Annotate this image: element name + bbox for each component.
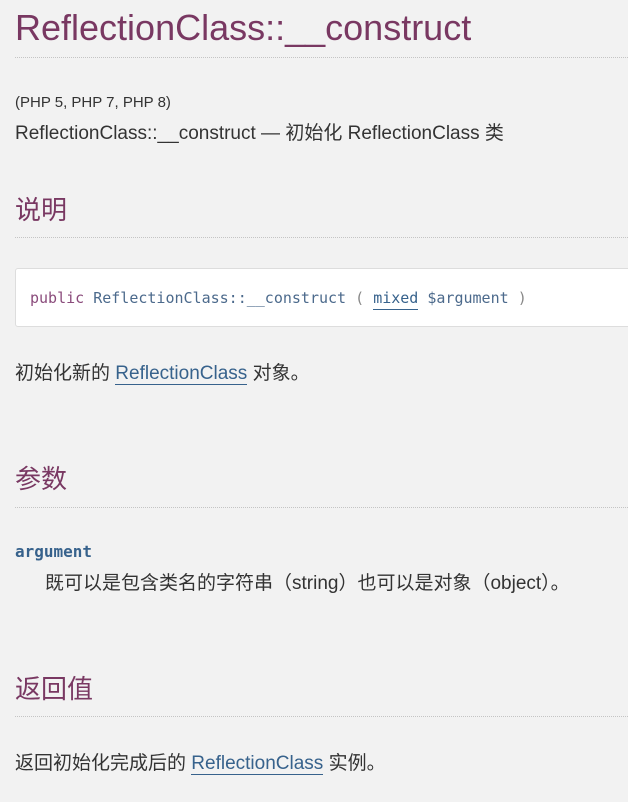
return-text-after: 实例。 bbox=[328, 753, 386, 774]
synopsis-close-paren: ) bbox=[517, 289, 527, 307]
method-synopsis: public ReflectionClass::__construct ( mi… bbox=[15, 268, 628, 327]
synopsis-param-type-link[interactable]: mixed bbox=[373, 289, 419, 310]
refpurpose: ReflectionClass::__construct — 初始化 Refle… bbox=[15, 121, 504, 147]
refpurpose-dash: — bbox=[255, 123, 286, 144]
synopsis-param-var: $argument bbox=[427, 289, 509, 307]
title-divider bbox=[15, 57, 628, 58]
synopsis-method-name: ReflectionClass::__construct bbox=[93, 289, 347, 307]
description-heading: 说明 bbox=[15, 195, 68, 225]
return-reflectionclass-link[interactable]: ReflectionClass bbox=[191, 753, 324, 775]
synopsis-modifier: public bbox=[30, 289, 85, 307]
return-values-heading: 返回值 bbox=[15, 674, 94, 704]
refpurpose-text: 初始化 ReflectionClass 类 bbox=[285, 123, 504, 144]
return-text-before: 返回初始化完成后的 bbox=[15, 753, 187, 774]
description-text-after: 对象。 bbox=[252, 363, 310, 384]
parameters-divider bbox=[15, 507, 628, 508]
refpurpose-name: ReflectionClass::__construct bbox=[15, 123, 256, 144]
doc-page: ReflectionClass::__construct (PHP 5, PHP… bbox=[0, 0, 628, 802]
return-values-divider bbox=[15, 716, 628, 717]
php-versions: (PHP 5, PHP 7, PHP 8) bbox=[15, 94, 171, 111]
description-divider bbox=[15, 237, 628, 238]
return-values-text: 返回初始化完成后的 ReflectionClass 实例。 bbox=[15, 751, 386, 777]
description-text-before: 初始化新的 bbox=[15, 363, 111, 384]
page-title: ReflectionClass::__construct bbox=[15, 7, 472, 48]
parameter-description: 既可以是包含类名的字符串（string）也可以是对象（object）。 bbox=[45, 573, 570, 594]
parameters-heading: 参数 bbox=[15, 464, 68, 494]
description-text: 初始化新的 ReflectionClass 对象。 bbox=[15, 361, 310, 387]
reflectionclass-link[interactable]: ReflectionClass bbox=[115, 363, 248, 385]
parameter-name: argument bbox=[15, 542, 93, 561]
synopsis-open-paren: ( bbox=[355, 289, 365, 307]
